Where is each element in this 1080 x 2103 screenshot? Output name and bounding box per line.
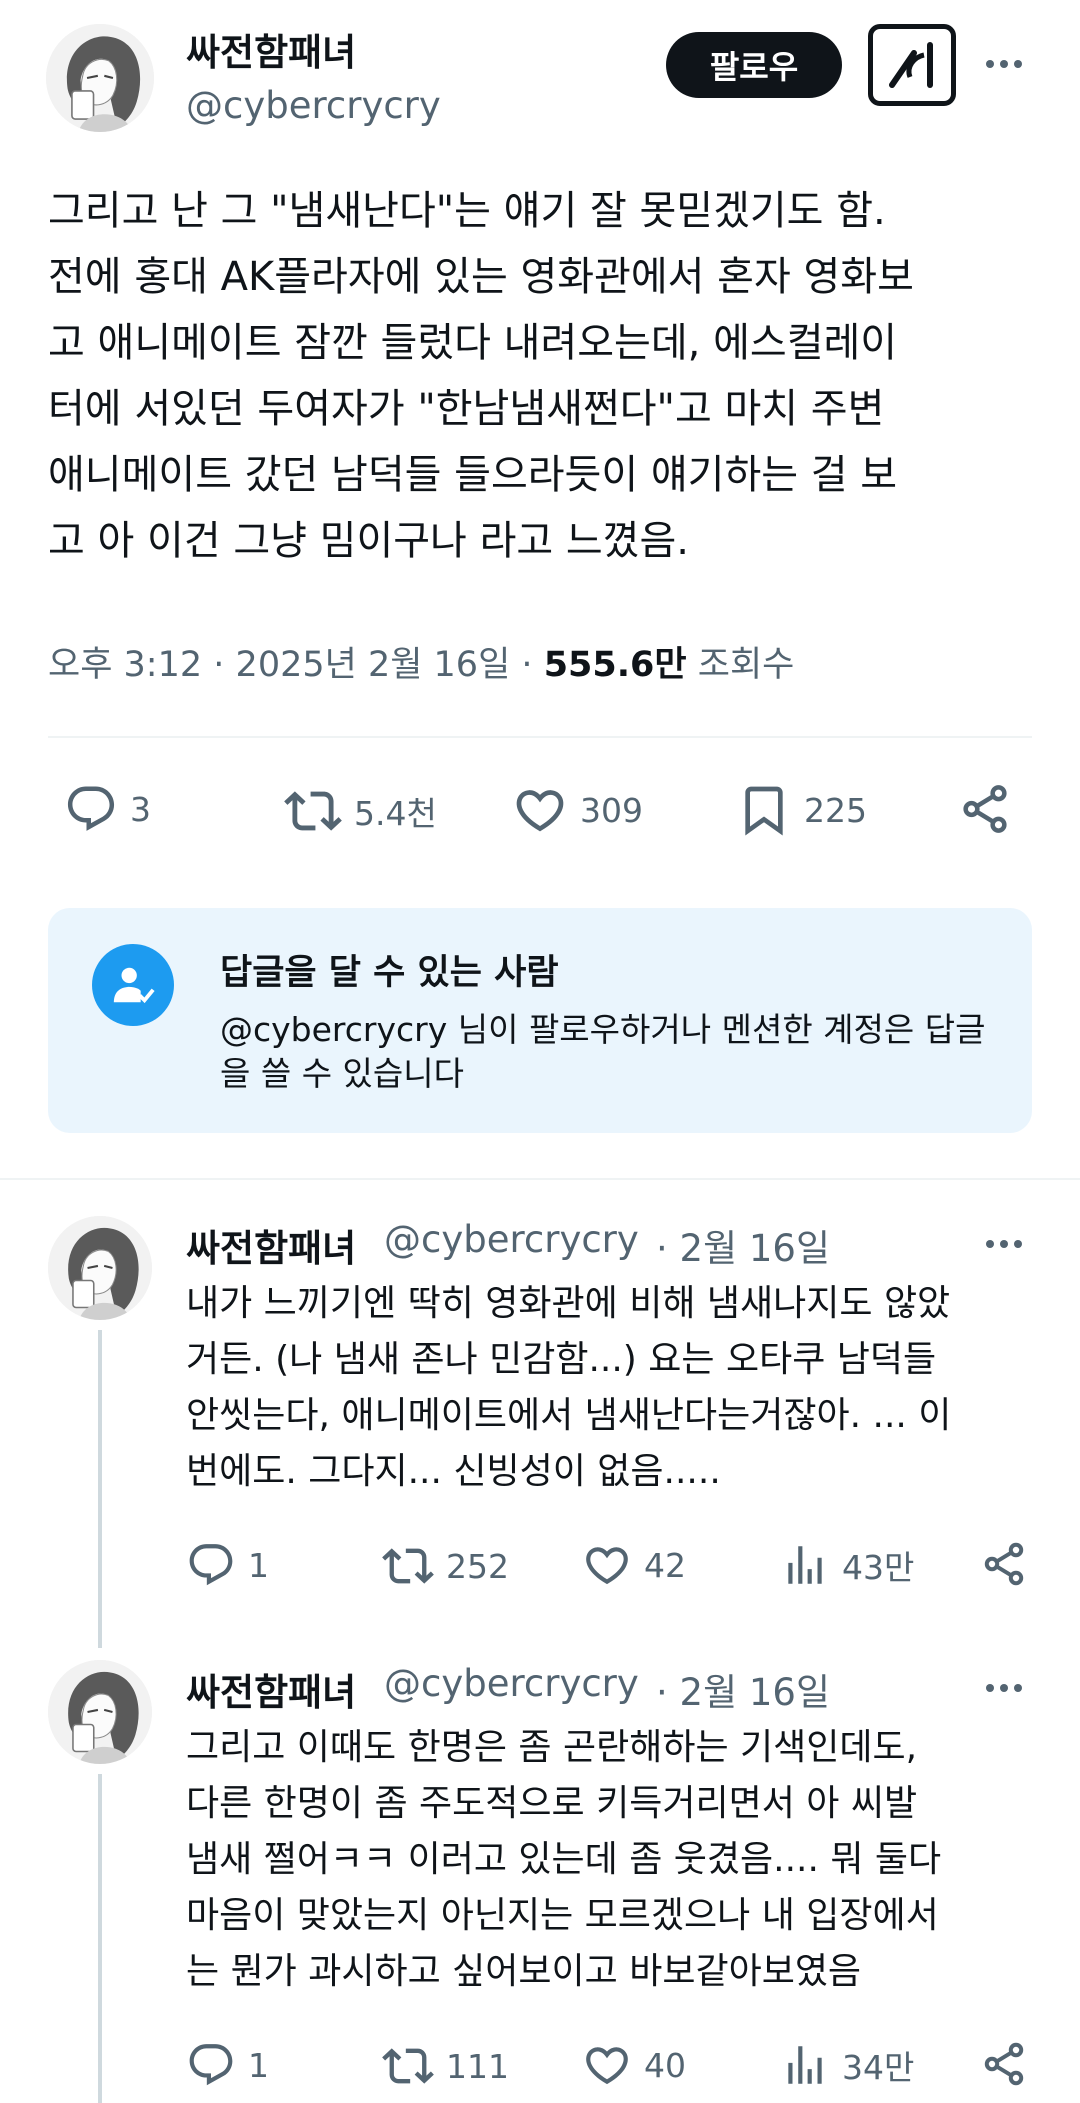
like-count: 42 [644,1545,686,1585]
retweet-count: 5.4천 [354,794,437,833]
views-label: 조회수 [697,645,795,685]
retweet-count: 252 [446,1546,509,1586]
reply-count: 3 [130,789,151,829]
reply-count: 1 [248,2045,269,2085]
like-icon [582,2040,632,2090]
retweet-button[interactable]: 111 [382,2040,509,2092]
views-icon [780,1540,830,1590]
like-count: 309 [580,790,643,830]
retweet-button[interactable]: 252 [382,1540,509,1592]
avatar[interactable] [48,1216,152,1320]
retweet-icon [382,1540,434,1592]
like-count: 40 [644,2045,686,2085]
share-button[interactable] [958,782,1012,836]
more-icon[interactable] [986,1684,1022,1692]
share-icon [980,1540,1028,1588]
share-icon [980,2040,1028,2088]
reply-date[interactable]: · 2월 16일 [656,1218,830,1272]
like-button[interactable]: 40 [582,2040,686,2090]
reply-restriction-title: 답글을 달 수 있는 사람 [220,953,559,993]
share-button[interactable] [980,1540,1028,1588]
display-name[interactable]: 싸전함패녀 [186,22,356,76]
reply-restriction-box: 답글을 달 수 있는 사람 @cybercrycry 님이 팔로우하거나 멘션한… [48,908,1032,1133]
meta-separator: · [521,645,533,685]
handle[interactable]: @cybercrycry [186,84,441,127]
grok-button[interactable] [868,24,956,106]
reply-text: 내가 느끼기엔 딱히 영화관에 비해 냄새나지도 않았 거든. (나 냄새 존나… [186,1283,952,1492]
share-button[interactable] [980,2040,1028,2088]
reply-icon [186,1540,236,1590]
like-icon [582,1540,632,1590]
reply-icon [64,782,118,836]
reply-button[interactable]: 1 [186,2040,269,2090]
section-divider [0,1178,1080,1180]
retweet-icon [284,782,342,840]
like-button[interactable]: 42 [582,1540,686,1590]
like-icon [512,782,568,838]
more-icon[interactable] [986,60,1022,68]
tweet-time[interactable]: 오후 3:12 [48,645,202,685]
retweet-button[interactable]: 5.4천 [284,782,437,840]
reply-restriction-icon-wrap [92,944,174,1026]
retweet-count: 111 [446,2046,509,2086]
views-button[interactable]: 34만 [780,2040,914,2090]
divider [48,736,1032,738]
tweet-header: 싸전함패녀 @cybercrycry 팔로우 [0,0,1080,150]
avatar[interactable] [48,1660,152,1764]
handle[interactable]: @cybercrycry [384,1218,639,1261]
bookmark-icon [736,782,792,838]
views-count: 34만 [842,2048,915,2087]
reply-button[interactable]: 1 [186,1540,269,1590]
tweet-date[interactable]: 2025년 2월 16일 [236,645,511,685]
reply-date[interactable]: · 2월 16일 [656,1662,830,1716]
avatar-image [48,1660,152,1764]
avatar[interactable] [46,24,154,132]
more-icon[interactable] [986,1240,1022,1248]
avatar-image [48,1216,152,1320]
grok-icon [889,42,933,88]
share-icon [958,782,1012,836]
reply-text: 그리고 이때도 한명은 좀 곤란해하는 기색인데도, 다른 한명이 좀 주도적으… [186,1727,942,1992]
display-name[interactable]: 싸전함패녀 [186,1662,356,1716]
meta-separator: · [213,645,225,685]
reply-restriction-description: @cybercrycry 님이 팔로우하거나 멘션한 계정은 답글을 쓸 수 있… [220,1010,986,1093]
reply-count: 1 [248,1545,269,1585]
person-check-icon [113,967,155,1004]
handle[interactable]: @cybercrycry [384,1662,639,1705]
thread-line [98,1330,102,1648]
thread-line [98,1774,102,2103]
bookmark-button[interactable]: 225 [736,782,867,838]
reply-icon [186,2040,236,2090]
tweet-meta: 오후 3:12 · 2025년 2월 16일 · 555.6만 조회수 [48,636,794,687]
avatar-image [46,24,154,132]
follow-button[interactable]: 팔로우 [666,32,842,98]
display-name[interactable]: 싸전함패녀 [186,1218,356,1272]
views-icon [780,2040,830,2090]
retweet-icon [382,2040,434,2092]
views-count: 43만 [842,1548,915,1587]
like-button[interactable]: 309 [512,782,643,838]
views-button[interactable]: 43만 [780,1540,914,1590]
reply-button[interactable]: 3 [64,782,151,836]
views-count: 555.6만 [543,645,687,685]
bookmark-count: 225 [804,790,867,830]
tweet-text: 그리고 난 그 "냄새난다"는 얘기 잘 못믿겠기도 함. 전에 홍대 AK플라… [48,188,914,564]
